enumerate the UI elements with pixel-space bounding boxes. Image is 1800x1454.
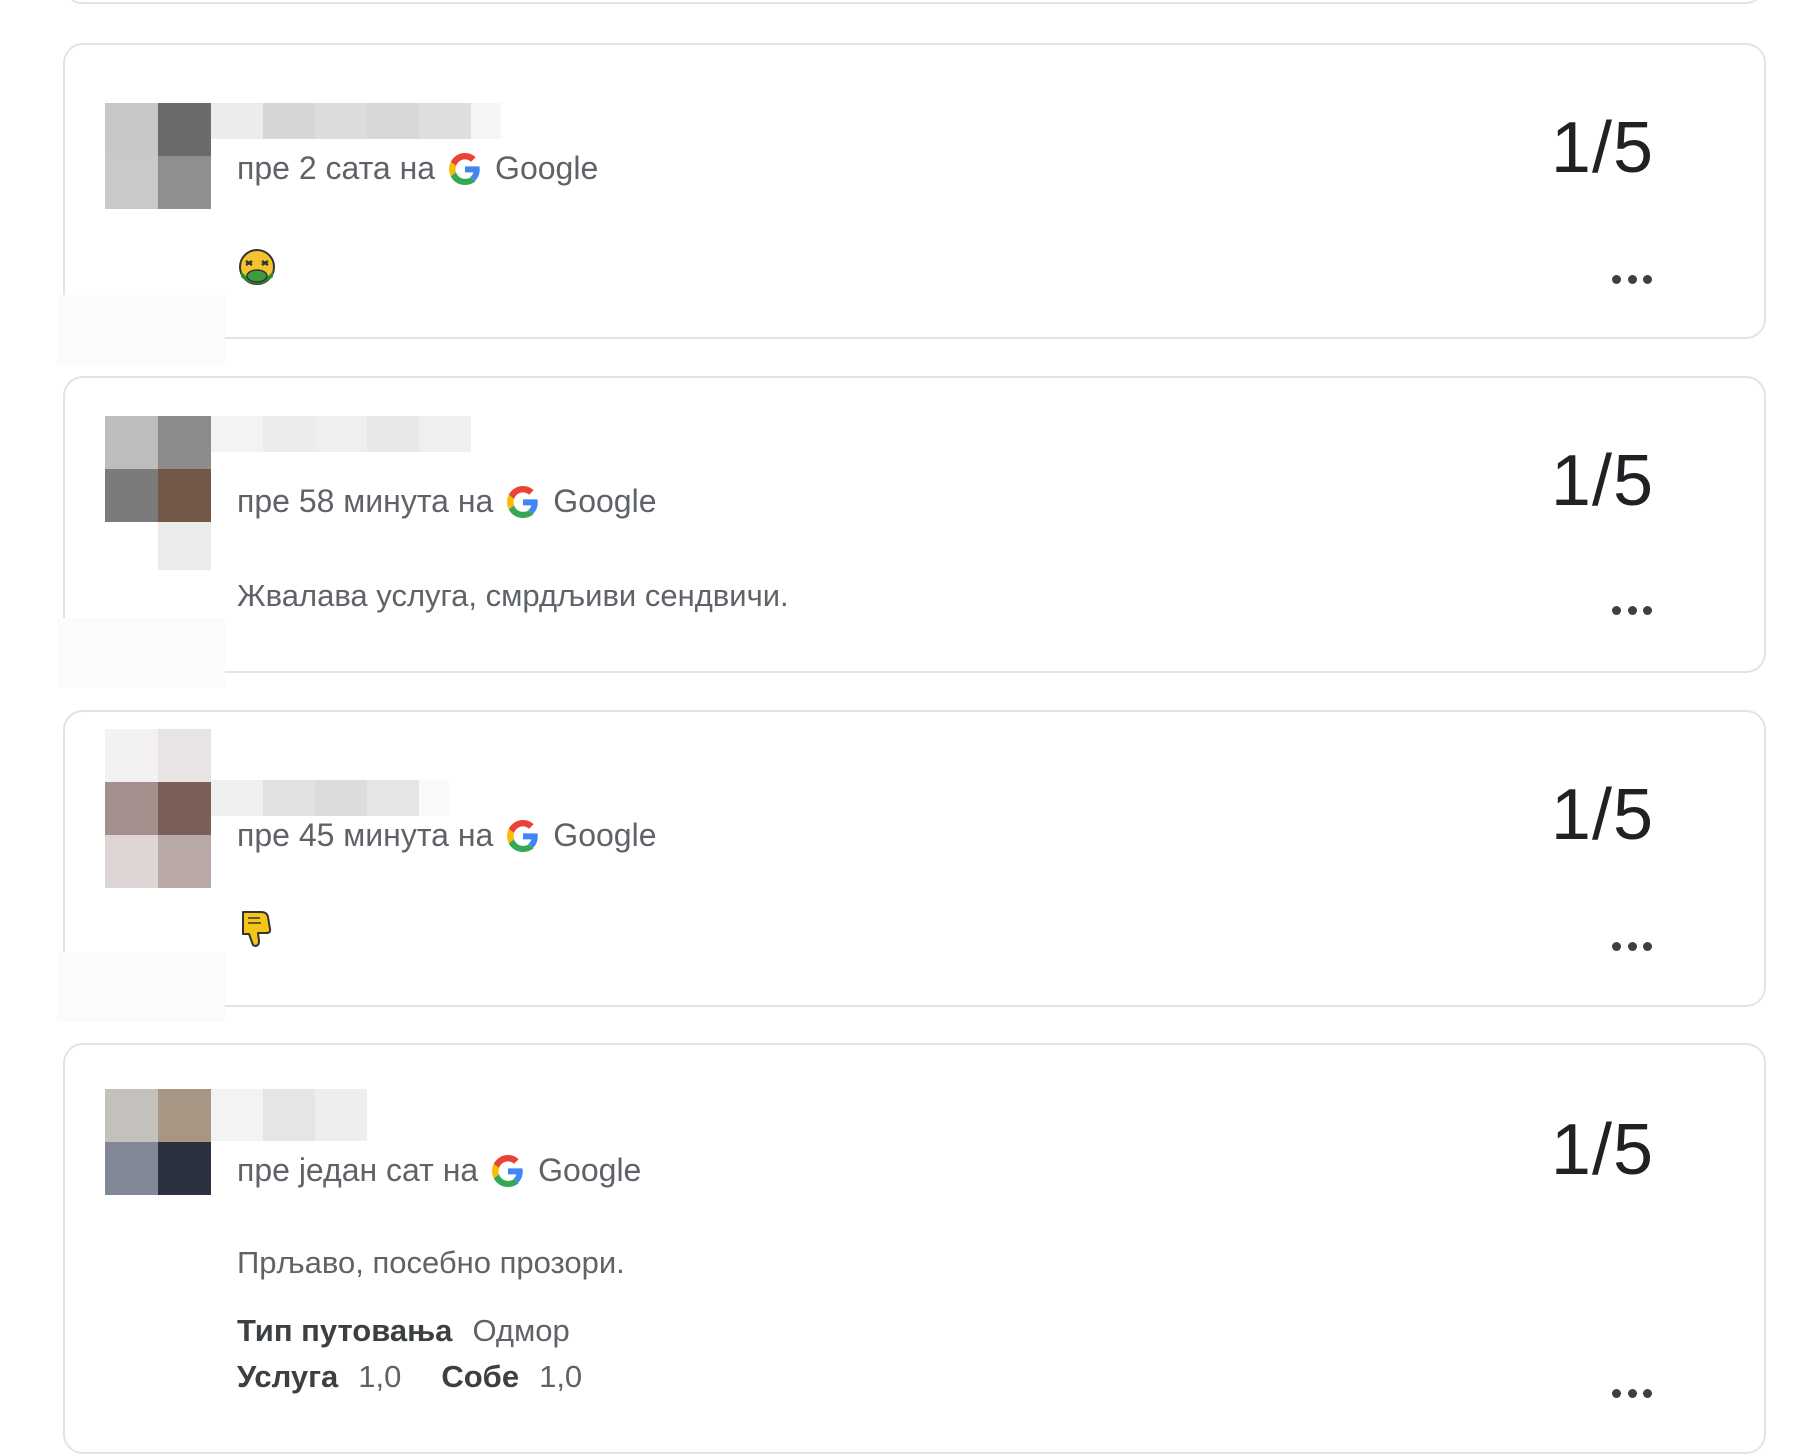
previous-review-card bbox=[64, 0, 1764, 4]
rooms-label: Собе bbox=[441, 1359, 520, 1394]
avatar[interactable] bbox=[105, 416, 211, 522]
more-options-button[interactable] bbox=[1612, 1387, 1652, 1399]
more-options-button[interactable] bbox=[1612, 940, 1652, 952]
reviewer-name[interactable] bbox=[211, 103, 501, 139]
blur-patch bbox=[57, 618, 225, 688]
more-options-button[interactable] bbox=[1612, 273, 1652, 285]
nauseated-face-icon bbox=[239, 249, 275, 285]
review-meta: пре један сат на Google bbox=[237, 1152, 641, 1189]
review-source[interactable]: Google bbox=[538, 1152, 641, 1189]
review-rating: 1/5 bbox=[1550, 775, 1654, 855]
service-value: 1,0 bbox=[358, 1359, 402, 1394]
reviewer-name[interactable] bbox=[211, 1089, 367, 1141]
review-card: пре 58 минута на Google 1/5 Жвалава услу… bbox=[57, 376, 1766, 688]
google-g-icon bbox=[507, 819, 539, 852]
review-card: пре 2 сата на Google 1/5 bbox=[57, 43, 1766, 365]
google-g-icon bbox=[507, 485, 539, 518]
review-time: пре један сат на bbox=[237, 1152, 479, 1188]
review-source[interactable]: Google bbox=[553, 817, 656, 854]
service-label: Услуга bbox=[237, 1359, 339, 1394]
trip-type-value: Одмор bbox=[472, 1313, 570, 1348]
avatar[interactable] bbox=[105, 1089, 211, 1195]
blur-patch bbox=[57, 295, 225, 365]
review-source[interactable]: Google bbox=[495, 150, 598, 187]
google-g-icon bbox=[449, 152, 480, 185]
review-meta: пре 58 минута на Google bbox=[237, 483, 656, 520]
review-text: Жвалава услуга, смрдљиви сендвичи. bbox=[237, 578, 789, 613]
trip-type-label: Тип путовања bbox=[237, 1313, 453, 1348]
review-meta: пре 45 минута на Google bbox=[237, 817, 656, 854]
more-options-button[interactable] bbox=[1612, 604, 1652, 616]
rooms-value: 1,0 bbox=[539, 1359, 583, 1394]
reviewer-name[interactable] bbox=[211, 780, 449, 816]
review-card: пре један сат на Google 1/5 Прљаво, посе… bbox=[63, 1043, 1766, 1454]
review-meta: пре 2 сата на Google bbox=[237, 150, 598, 187]
ratings-row: Услуга 1,0 Собе 1,0 bbox=[237, 1359, 582, 1395]
reviewer-name[interactable] bbox=[211, 416, 471, 452]
review-rating: 1/5 bbox=[1550, 108, 1654, 188]
review-rating: 1/5 bbox=[1550, 1110, 1654, 1190]
review-card: пре 45 минута на Google 1/5 bbox=[57, 710, 1766, 1022]
review-rating: 1/5 bbox=[1550, 441, 1654, 521]
review-time: пре 58 минута на bbox=[237, 483, 494, 519]
blur-patch bbox=[57, 952, 225, 1022]
trip-type-row: Тип путовања Одмор bbox=[237, 1313, 570, 1349]
avatar[interactable] bbox=[105, 103, 211, 209]
google-g-icon bbox=[492, 1154, 523, 1187]
thumbs-down-icon bbox=[242, 911, 272, 947]
review-text: Прљаво, посебно прозори. bbox=[237, 1245, 625, 1280]
review-time: пре 2 сата на bbox=[237, 150, 436, 186]
review-source[interactable]: Google bbox=[553, 483, 656, 520]
blur-patch bbox=[158, 522, 211, 570]
review-time: пре 45 минута на bbox=[237, 817, 494, 853]
avatar[interactable] bbox=[105, 729, 211, 888]
